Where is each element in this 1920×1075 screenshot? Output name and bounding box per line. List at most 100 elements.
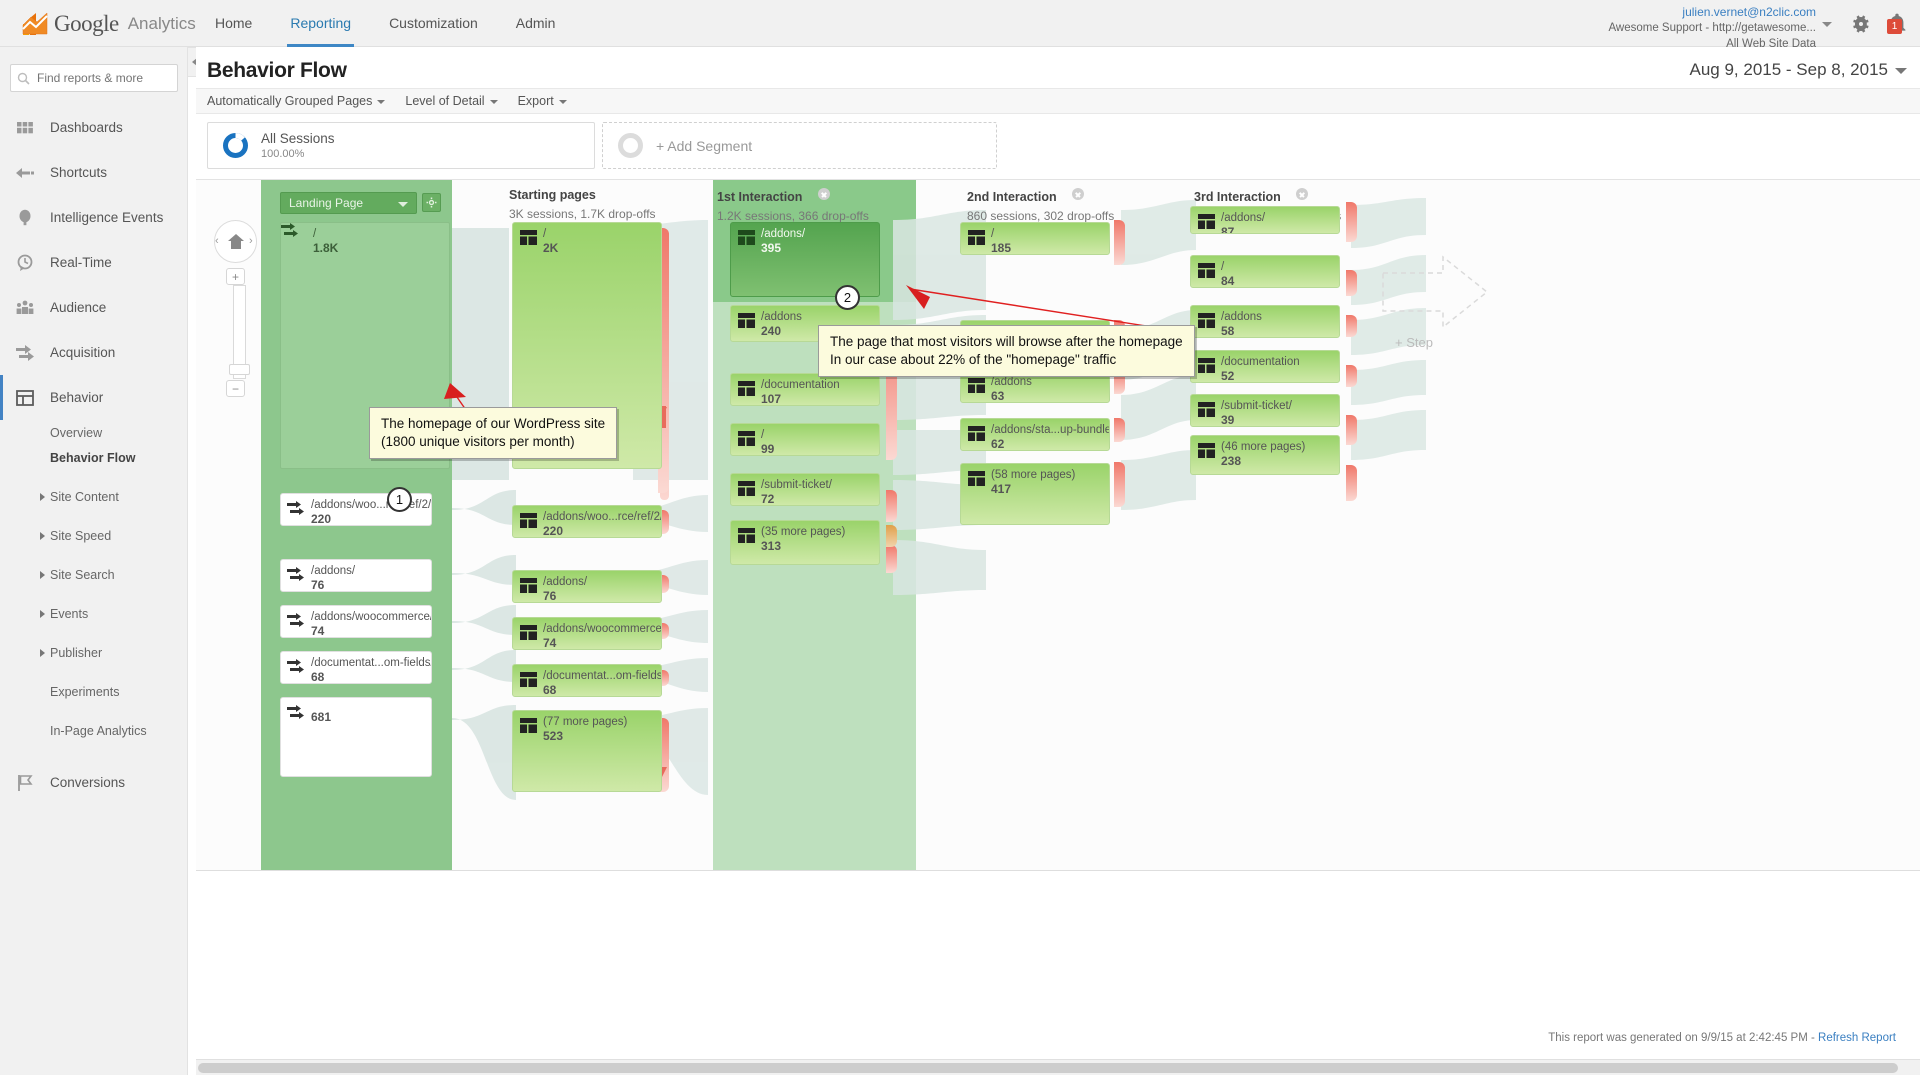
page-icon — [520, 230, 537, 245]
second-interaction-node-1[interactable]: / 185 — [960, 222, 1110, 255]
starting-node-4[interactable]: /addons/woocommerce/ 74 — [512, 617, 662, 650]
refresh-report-link[interactable]: Refresh Report — [1818, 1032, 1896, 1044]
node-label: /addons — [1221, 311, 1262, 323]
chevron-down-icon — [377, 100, 386, 104]
starting-node-5[interactable]: /documentat...om-fields/ 68 — [512, 664, 662, 697]
behavior-flow-canvas[interactable]: Starting pages 3K sessions, 1.7K drop-of… — [196, 179, 1920, 871]
sidebar-subitem-events[interactable]: Events — [0, 601, 188, 626]
node-label: /addons/ — [543, 576, 588, 588]
landing-node-6[interactable]: 681 — [280, 697, 432, 777]
scrollbar-thumb[interactable] — [198, 1063, 1898, 1073]
sidebar-item-shortcuts[interactable]: Shortcuts — [0, 150, 188, 195]
first-interaction-node-4[interactable]: / 99 — [730, 423, 880, 456]
first-interaction-node-3[interactable]: /documentation 107 — [730, 373, 880, 406]
zoom-in-button[interactable]: + — [226, 268, 245, 285]
third-interaction-node-2[interactable]: / 84 — [1190, 255, 1340, 288]
first-interaction-node-6[interactable]: (35 more pages) 313 — [730, 520, 880, 565]
second-interaction-node-5[interactable]: (58 more pages) 417 — [960, 463, 1110, 525]
page-icon — [520, 513, 537, 528]
grid-icon — [14, 117, 36, 139]
sidebar-item-label: Conversions — [50, 775, 126, 790]
landing-node-5[interactable]: /documentat...om-fields/ 68 — [280, 651, 432, 684]
starting-node-6[interactable]: (77 more pages) 523 — [512, 710, 662, 792]
close-icon[interactable] — [1296, 188, 1309, 200]
annotation-callout-1: The homepage of our WordPress site (1800… — [369, 407, 618, 459]
export-dropdown[interactable]: Export — [518, 94, 567, 108]
third-interaction-node-5[interactable]: /submit-ticket/ 39 — [1190, 394, 1340, 427]
node-value: 220 — [543, 524, 564, 538]
chevron-down-icon[interactable] — [1822, 22, 1832, 27]
zoom-out-button[interactable]: − — [226, 380, 245, 397]
gear-icon[interactable] — [1850, 13, 1872, 35]
search-reports-box[interactable] — [10, 64, 178, 92]
second-interaction-node-4[interactable]: /addons/sta...up-bundle/ 62 — [960, 418, 1110, 451]
dimension-settings-gear-icon[interactable] — [422, 193, 441, 212]
first-interaction-node-1[interactable]: /addons/ 395 — [730, 222, 880, 297]
third-interaction-node-1[interactable]: /addons/ 87 — [1190, 206, 1340, 234]
sidebar-subitem-site-search[interactable]: Site Search — [0, 562, 188, 587]
dropoff-bar — [1114, 418, 1125, 442]
sidebar-subitem-site-content[interactable]: Site Content — [0, 484, 188, 509]
add-segment-button[interactable]: + Add Segment — [602, 122, 997, 169]
dimension-selector-dropdown[interactable]: Landing Page — [280, 192, 417, 214]
sidebar-subitem-site-speed[interactable]: Site Speed — [0, 523, 188, 548]
first-interaction-node-5[interactable]: /submit-ticket/ 72 — [730, 473, 880, 506]
add-step-button[interactable]: + Step — [1395, 335, 1433, 350]
starting-node-3[interactable]: /addons/ 76 — [512, 570, 662, 603]
landing-node-3[interactable]: /addons/ 76 — [280, 559, 432, 592]
page-icon — [738, 230, 755, 245]
third-interaction-node-3[interactable]: /addons 58 — [1190, 305, 1340, 338]
third-interaction-node-6[interactable]: (46 more pages) 238 — [1190, 435, 1340, 475]
dropoff-bar — [1114, 220, 1125, 265]
segment-all-sessions[interactable]: All Sessions 100.00% — [207, 122, 595, 169]
sidebar-subitem-publisher[interactable]: Publisher — [0, 640, 188, 665]
page-icon — [520, 672, 537, 687]
node-value: 52 — [1221, 369, 1235, 383]
search-input[interactable] — [35, 70, 170, 86]
horizontal-scrollbar[interactable] — [196, 1059, 1920, 1075]
page-icon — [738, 481, 755, 496]
sidebar-subitem-experiments[interactable]: Experiments — [0, 679, 188, 704]
chevron-left-icon[interactable]: ‹ — [215, 235, 219, 247]
sidebar-subitem-overview[interactable]: Overview — [0, 420, 188, 445]
node-value: 238 — [1221, 454, 1242, 468]
arrows-icon — [287, 613, 306, 629]
dropoff-bar — [886, 525, 897, 547]
google-analytics-logo[interactable]: Google Analytics — [22, 11, 196, 37]
chevron-right-icon[interactable]: › — [249, 235, 253, 247]
node-value: 87 — [1221, 225, 1235, 234]
sidebar-item-conversions[interactable]: Conversions — [0, 760, 188, 805]
notifications-bell-icon[interactable]: 1 — [1886, 13, 1908, 35]
sidebar-item-behavior[interactable]: Behavior — [0, 375, 188, 420]
zoom-slider-handle[interactable] — [229, 364, 250, 375]
third-interaction-node-4[interactable]: /documentation 52 — [1190, 350, 1340, 383]
node-label: /documentation — [761, 379, 840, 391]
account-property: Awesome Support - http://getawesome... — [1608, 22, 1816, 34]
dropoff-bar — [1346, 270, 1357, 296]
sidebar-item-intelligence-events[interactable]: Intelligence Events — [0, 195, 188, 240]
topnav-home[interactable]: Home — [196, 0, 271, 47]
node-label: /documentat...om-fields/ — [543, 670, 662, 682]
landing-node-4[interactable]: /addons/woocommerce/ 74 — [280, 605, 432, 638]
close-icon[interactable] — [817, 188, 830, 200]
sidebar-subitem-label: In-Page Analytics — [50, 723, 147, 738]
sidebar-item-real-time[interactable]: Real-Time — [0, 240, 188, 285]
starting-node-2[interactable]: /addons/woo...rce/ref/2/ 220 — [512, 505, 662, 538]
sidebar-subitem-in-page-analytics[interactable]: In-Page Analytics — [0, 718, 188, 743]
topnav-admin[interactable]: Admin — [497, 0, 575, 47]
grouping-dropdown[interactable]: Automatically Grouped Pages — [207, 94, 386, 108]
sidebar-item-acquisition[interactable]: Acquisition — [0, 330, 188, 375]
topnav-reporting[interactable]: Reporting — [271, 0, 370, 47]
topnav-customization[interactable]: Customization — [370, 0, 497, 47]
date-range-selector[interactable]: Aug 9, 2015 - Sep 8, 2015 — [1690, 60, 1907, 80]
search-icon — [17, 72, 30, 85]
sidebar-item-label: Behavior — [50, 390, 104, 405]
sidebar-item-dashboards[interactable]: Dashboards — [0, 105, 188, 150]
sidebar-subitem-behavior-flow[interactable]: Behavior Flow — [0, 445, 188, 470]
account-switcher[interactable]: julien.vernet@n2clic.com Awesome Support… — [1608, 6, 1816, 51]
column-title-text: 2nd Interaction — [967, 190, 1057, 204]
sidebar-item-audience[interactable]: Audience — [0, 285, 188, 330]
close-icon[interactable] — [1072, 188, 1085, 200]
level-of-detail-dropdown[interactable]: Level of Detail — [405, 94, 498, 108]
